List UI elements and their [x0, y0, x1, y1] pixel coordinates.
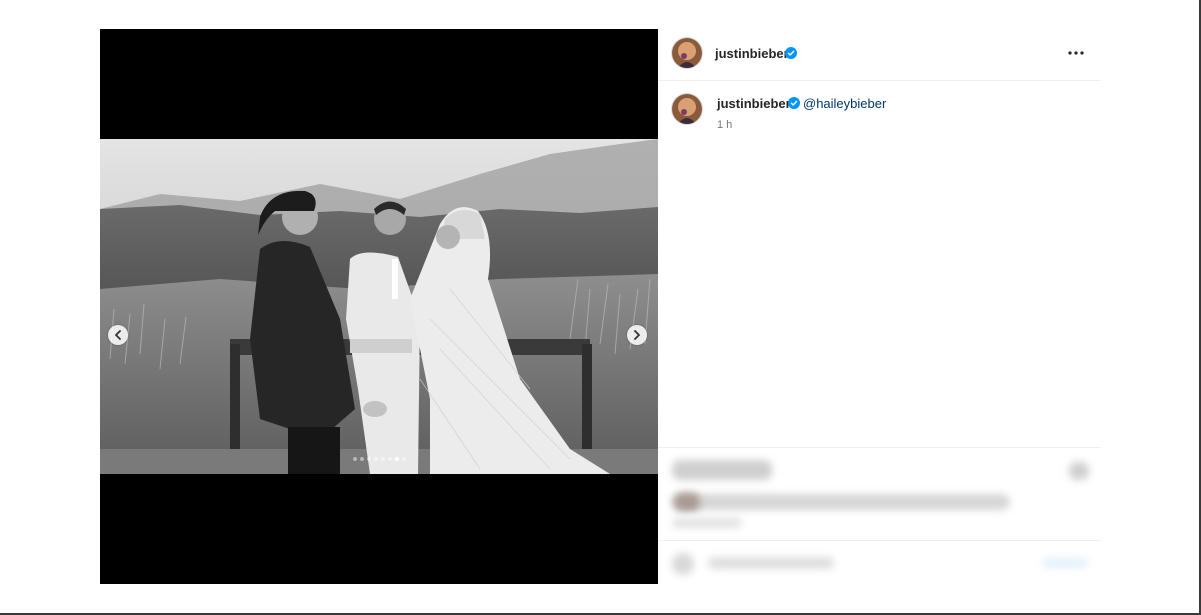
caption-mention-link[interactable]: @haileybieber — [803, 96, 886, 111]
wedding-photo — [100, 139, 658, 474]
comment-input-blurred — [708, 557, 834, 569]
author-username[interactable]: justinbieber — [715, 46, 789, 61]
carousel-dot — [359, 457, 364, 461]
post-media — [100, 29, 658, 584]
caption-author-avatar[interactable] — [672, 94, 702, 124]
post-details-panel: justinbieber justinbieber @haileybieber … — [658, 29, 1100, 584]
next-slide-button[interactable] — [627, 325, 647, 345]
emoji-icon-blurred — [672, 553, 694, 575]
carousel-dot — [401, 457, 406, 461]
more-options-icon — [1068, 51, 1084, 55]
carousel-dot — [366, 457, 371, 461]
post-button-blurred — [1042, 558, 1088, 568]
verified-badge-icon — [785, 47, 797, 59]
likes-row-blurred — [672, 494, 1010, 510]
carousel-indicator — [100, 457, 658, 461]
carousel-dot — [373, 457, 378, 461]
carousel-dot — [352, 457, 357, 461]
verified-badge-icon — [788, 97, 800, 109]
post-header: justinbieber — [658, 29, 1100, 81]
chevron-left-icon — [115, 330, 121, 340]
previous-slide-button[interactable] — [108, 325, 128, 345]
caption-author-username[interactable]: justinbieber — [717, 96, 791, 111]
carousel-dot — [387, 457, 392, 461]
author-avatar[interactable] — [672, 38, 702, 68]
chevron-right-icon — [634, 330, 640, 340]
likes-avatar-blurred — [674, 493, 700, 511]
save-icon-blurred — [1069, 462, 1089, 480]
carousel-dot — [394, 457, 399, 461]
more-options-button[interactable] — [1062, 43, 1090, 63]
action-icons-blurred — [672, 460, 772, 480]
carousel-dot — [380, 457, 385, 461]
likes-subtext-blurred — [672, 518, 742, 528]
add-comment-blurred — [658, 540, 1100, 585]
post-actions-blurred — [658, 447, 1100, 541]
post-timestamp: 1 h — [717, 119, 733, 131]
post-caption: justinbieber @haileybieber 1 h — [658, 91, 1100, 136]
